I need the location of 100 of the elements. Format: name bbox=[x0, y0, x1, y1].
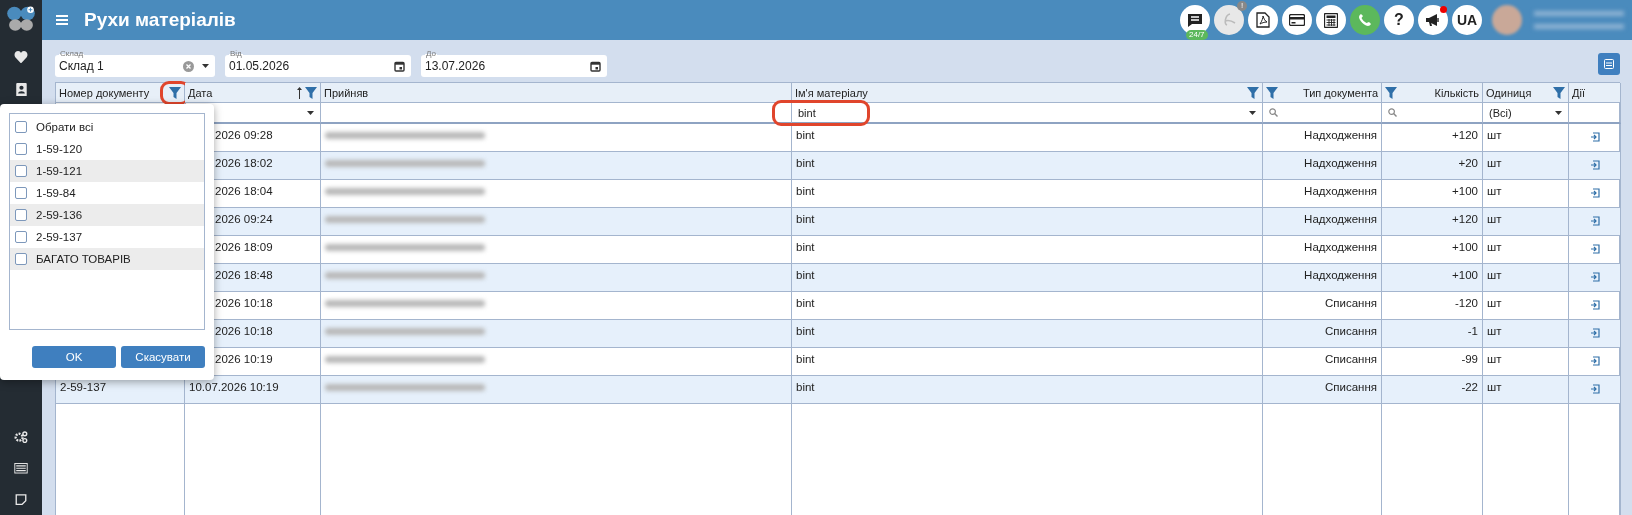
filter-option[interactable]: 1-59-84 bbox=[10, 182, 204, 204]
table-cell: bint bbox=[796, 157, 815, 169]
table-cell: 2-59-137 bbox=[60, 381, 107, 393]
table-cell: Надходження bbox=[1304, 185, 1377, 197]
table-cell: шт bbox=[1487, 213, 1502, 225]
table-cell: шт bbox=[1487, 325, 1502, 337]
filter-icon[interactable] bbox=[169, 86, 181, 99]
calendar-icon[interactable] bbox=[394, 60, 405, 72]
table-cell: +100 bbox=[1452, 185, 1478, 197]
table-cell: 2026 18:48 bbox=[215, 269, 273, 281]
dropdown-caret-icon[interactable] bbox=[1249, 110, 1256, 115]
column-header[interactable]: Номер документу bbox=[56, 83, 185, 103]
gears-icon[interactable] bbox=[14, 430, 28, 444]
checkbox[interactable] bbox=[15, 209, 27, 221]
filter-option[interactable]: 2-59-137 bbox=[10, 226, 204, 248]
filter-option[interactable]: БАГАТО ТОВАРІВ bbox=[10, 248, 204, 270]
menu-icon[interactable] bbox=[56, 15, 68, 25]
table-cell: шт bbox=[1487, 269, 1502, 281]
filter-option[interactable]: 1-59-120 bbox=[10, 138, 204, 160]
cancel-button[interactable]: Скасувати bbox=[121, 346, 205, 368]
table-cell: шт bbox=[1487, 129, 1502, 141]
dropdown-caret-icon[interactable] bbox=[1555, 110, 1562, 115]
open-document-icon[interactable] bbox=[1589, 188, 1600, 198]
column-header[interactable]: Дії bbox=[1569, 83, 1621, 103]
page-title: Рухи матеріалів bbox=[84, 9, 236, 31]
table-cell: bint bbox=[796, 297, 815, 309]
table-cell: 2026 09:28 bbox=[215, 129, 273, 141]
open-document-icon[interactable] bbox=[1589, 272, 1600, 282]
alert-badge: ! bbox=[1237, 1, 1247, 11]
field-label: Від bbox=[229, 49, 243, 58]
table-cell: Надходження bbox=[1304, 241, 1377, 253]
checkbox[interactable] bbox=[15, 187, 27, 199]
phone-button[interactable] bbox=[1350, 5, 1380, 35]
dropdown-caret-icon[interactable] bbox=[307, 110, 314, 115]
ok-button[interactable]: OK bbox=[32, 346, 116, 368]
butterfly-logo[interactable] bbox=[6, 4, 36, 33]
help-button[interactable]: ? bbox=[1384, 5, 1414, 35]
contact-card-icon[interactable] bbox=[15, 82, 27, 97]
table-cell: bint bbox=[796, 185, 815, 197]
table-cell: +100 bbox=[1452, 241, 1478, 253]
filter-icon[interactable] bbox=[1266, 86, 1278, 99]
filter-icon[interactable] bbox=[1553, 86, 1565, 99]
open-document-icon[interactable] bbox=[1589, 300, 1600, 310]
filter-select[interactable]: bint bbox=[792, 103, 1262, 122]
open-document-icon[interactable] bbox=[1589, 356, 1600, 366]
open-document-icon[interactable] bbox=[1589, 244, 1600, 254]
filter-icon[interactable] bbox=[1247, 86, 1259, 99]
column-header[interactable]: Кількість bbox=[1382, 83, 1483, 103]
calculator-button[interactable] bbox=[1316, 5, 1346, 35]
sort-ascending-icon[interactable] bbox=[297, 86, 302, 99]
list-icon[interactable] bbox=[14, 463, 28, 474]
filter-search-field[interactable] bbox=[1382, 103, 1483, 124]
calendar-icon[interactable] bbox=[590, 60, 601, 72]
filter-icon[interactable] bbox=[305, 86, 317, 99]
export-button[interactable] bbox=[1598, 53, 1620, 75]
column-header[interactable]: Прийняв bbox=[321, 83, 792, 103]
open-document-icon[interactable] bbox=[1589, 384, 1600, 394]
heart-icon[interactable] bbox=[14, 50, 28, 63]
table-cell: шт bbox=[1487, 381, 1502, 393]
language-button[interactable]: UA bbox=[1452, 5, 1482, 35]
dropdown-caret-icon[interactable] bbox=[202, 64, 209, 68]
filter-search-field[interactable] bbox=[1263, 103, 1382, 124]
column-header[interactable]: Дата bbox=[185, 83, 321, 103]
field-label: Склад bbox=[59, 49, 85, 58]
pdf-button[interactable] bbox=[1248, 5, 1278, 35]
checkbox[interactable] bbox=[15, 253, 27, 265]
table-cell: шт bbox=[1487, 297, 1502, 309]
open-document-icon[interactable] bbox=[1589, 216, 1600, 226]
open-document-icon[interactable] bbox=[1589, 160, 1600, 170]
phone-icon bbox=[1358, 13, 1372, 27]
table-cell: шт bbox=[1487, 241, 1502, 253]
checkbox[interactable] bbox=[15, 143, 27, 155]
filter-option[interactable]: Обрати всі bbox=[10, 116, 204, 138]
checkbox[interactable] bbox=[15, 165, 27, 177]
checkbox[interactable] bbox=[15, 121, 27, 133]
card-button[interactable] bbox=[1282, 5, 1312, 35]
note-icon[interactable] bbox=[15, 493, 27, 505]
filter-icon[interactable] bbox=[1385, 86, 1397, 99]
filter-option[interactable]: 2-59-136 bbox=[10, 204, 204, 226]
column-header[interactable]: Тип документа bbox=[1263, 83, 1382, 103]
filter-select[interactable]: (Всі) bbox=[1483, 103, 1568, 122]
table-cell: Надходження bbox=[1304, 269, 1377, 281]
open-document-icon[interactable] bbox=[1589, 132, 1600, 142]
table-cell: 2026 18:04 bbox=[215, 185, 273, 197]
column-header[interactable]: Одиниця bbox=[1483, 83, 1569, 103]
signature-icon bbox=[1221, 12, 1237, 28]
open-document-icon[interactable] bbox=[1589, 328, 1600, 338]
table-cell: Надходження bbox=[1304, 129, 1377, 141]
filter-option[interactable]: 1-59-121 bbox=[10, 160, 204, 182]
table-cell: bint bbox=[796, 353, 815, 365]
clear-icon[interactable] bbox=[183, 60, 194, 72]
announcements-button[interactable] bbox=[1418, 5, 1448, 35]
column-header[interactable]: Ім'я матеріалу bbox=[792, 83, 1263, 103]
search-icon bbox=[1269, 108, 1278, 117]
checkbox[interactable] bbox=[15, 231, 27, 243]
table-cell: 2026 18:09 bbox=[215, 241, 273, 253]
search-icon bbox=[1388, 108, 1397, 117]
table-cell: bint bbox=[796, 241, 815, 253]
table-cell: -1 bbox=[1467, 325, 1478, 337]
table-cell: Списання bbox=[1324, 297, 1377, 309]
